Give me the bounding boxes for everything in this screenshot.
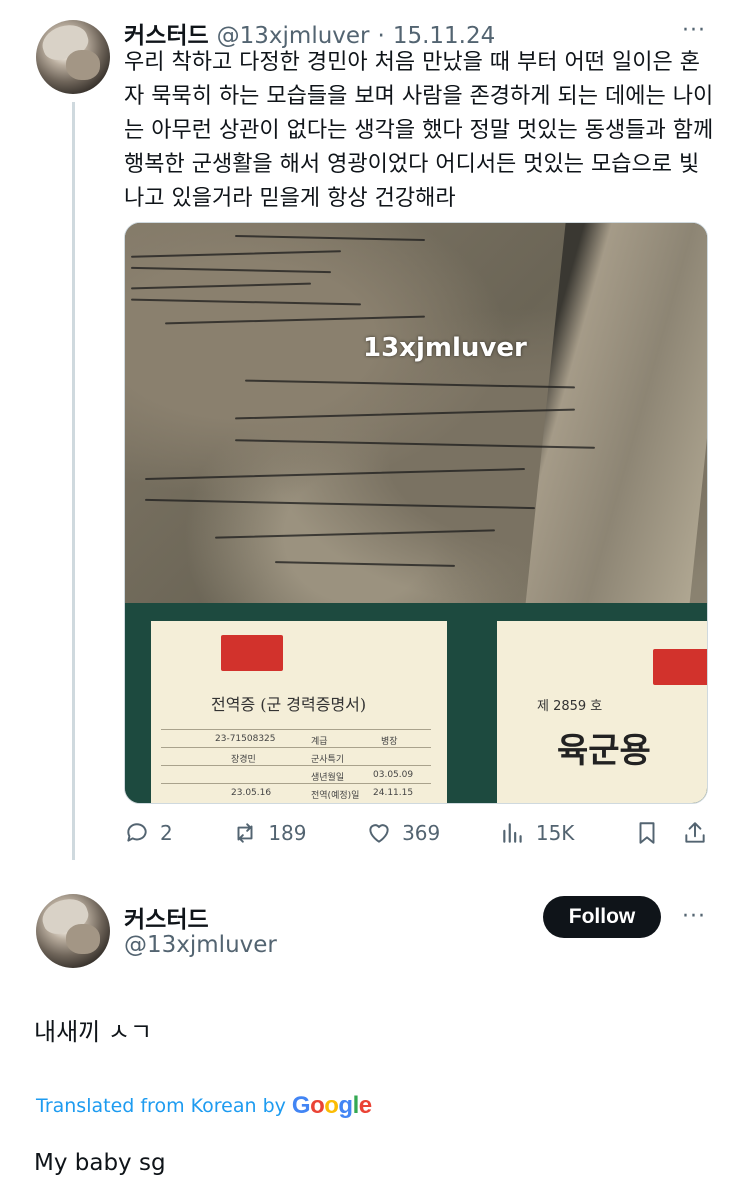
cert-cell: 03.05.09: [373, 770, 414, 780]
like-button[interactable]: 369: [366, 820, 440, 846]
share-icon[interactable]: [682, 820, 708, 846]
repost-button[interactable]: 189: [232, 820, 307, 846]
certificate-title: 전역증 (군 경력증명서): [211, 695, 367, 714]
reply-button[interactable]: 2: [124, 820, 173, 846]
tweet-text: 우리 착하고 다정한 경민아 처음 만났을 때 부터 어떤 일이은 혼자 묵묵히…: [124, 50, 714, 211]
repost-count: 189: [268, 821, 307, 845]
reply-count: 2: [160, 821, 173, 845]
view-count: 15K: [535, 821, 575, 845]
reply-icon: [127, 823, 147, 842]
google-logo-letter: g: [338, 1092, 353, 1119]
cert-cell: 계급: [311, 737, 328, 747]
follow-button[interactable]: Follow: [543, 896, 661, 938]
cert-cell: 장경민: [231, 755, 256, 765]
google-logo-letter: o: [310, 1092, 325, 1119]
cert-cell: 23-71508325: [215, 734, 276, 744]
views-button[interactable]: 15K: [500, 820, 575, 846]
author-name[interactable]: 커스터드: [124, 16, 209, 50]
google-logo-letter: G: [291, 1092, 311, 1119]
views-icon: [503, 823, 522, 843]
tweet-image[interactable]: 13xjmluver 전역증 (군 경력증명서) 23-71508325 계급 …: [124, 222, 708, 804]
like-icon: [369, 824, 389, 843]
tweet-header: 커스터드 @13xjmluver · 15.11.24: [124, 16, 495, 50]
cert-cell: 군사특기: [311, 755, 345, 765]
avatar[interactable]: [36, 20, 110, 94]
more-options-icon[interactable]: ···: [682, 904, 706, 929]
certificate-heading: 육군용: [557, 731, 651, 771]
google-logo-letter: o: [324, 1092, 339, 1119]
cert-cell: 병장: [381, 737, 398, 747]
author-name[interactable]: 커스터드: [124, 900, 209, 934]
cert-cell: 23.05.16: [231, 788, 272, 798]
cert-cell: 생년월일: [311, 773, 345, 783]
commendation-certificate: 제 2859 호 육군용: [497, 621, 707, 803]
translated-text: My baby sg: [34, 1150, 166, 1176]
author-handle[interactable]: @13xjmluver: [124, 932, 277, 958]
cert-cell: 24.11.15: [373, 788, 414, 798]
thread-connector: [72, 102, 75, 860]
discharge-certificate: 전역증 (군 경력증명서) 23-71508325 계급 병장 장경민 군사특기…: [151, 621, 447, 803]
image-watermark: 13xjmluver: [363, 333, 527, 363]
translated-label: Translated from Korean by: [36, 1095, 286, 1117]
tweet-text: 내새끼 ㅅㄱ: [34, 1018, 153, 1046]
translation-attribution[interactable]: Translated from Korean by Google: [36, 1092, 372, 1120]
share-group: [634, 820, 708, 846]
flag-icon: [221, 635, 283, 671]
google-logo: Google: [292, 1092, 372, 1120]
cert-cell: 전역(예정)일: [311, 791, 360, 801]
certificate-number: 제 2859 호: [537, 699, 603, 714]
repost-icon: [237, 823, 253, 843]
flag-icon: [653, 649, 707, 685]
tweet-actions: 2 189 369 15K: [124, 816, 708, 850]
avatar[interactable]: [36, 894, 110, 968]
google-logo-letter: e: [358, 1092, 372, 1119]
bookmark-icon[interactable]: [634, 820, 660, 846]
like-count: 369: [402, 821, 441, 845]
more-options-icon[interactable]: ···: [682, 18, 706, 43]
